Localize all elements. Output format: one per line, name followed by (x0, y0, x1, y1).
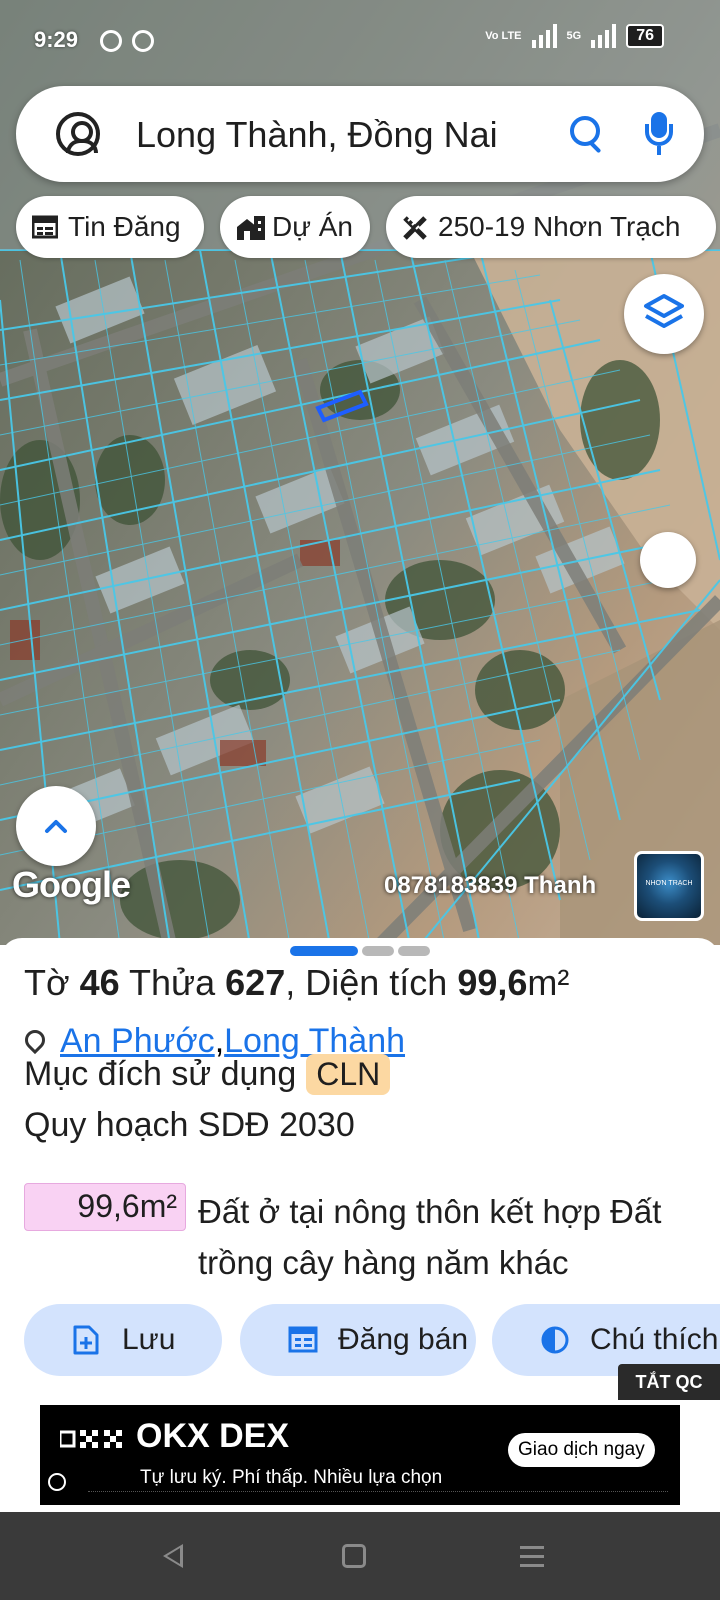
plan-label: Quy hoạch SDĐ 2030 (24, 1106, 355, 1144)
chip-label: Dự Án (272, 211, 353, 242)
save-button[interactable]: Lưu (24, 1304, 222, 1376)
chip-tin-dang[interactable]: Tin Đăng (16, 196, 204, 258)
back-icon[interactable] (163, 1544, 183, 1568)
legend-label: Chú thích (590, 1323, 719, 1356)
area-prefix: , Diện tích (285, 962, 458, 1003)
buildings-icon (236, 215, 265, 240)
layers-icon (644, 294, 684, 328)
chip-label: Tin Đăng (68, 211, 181, 242)
battery-indicator: 76 (626, 24, 664, 48)
account-icon[interactable] (56, 112, 100, 156)
save-label: Lưu (122, 1323, 176, 1356)
chevron-up-icon (45, 820, 67, 833)
area-value: 99,6 (457, 962, 528, 1003)
purpose-label: Mục đích sử dụng (24, 1055, 297, 1093)
plan-area-box: 99,6m² (24, 1183, 186, 1231)
post-for-sale-button[interactable]: Đăng bán (240, 1304, 476, 1376)
chrome-icon (100, 30, 122, 52)
ruler-pencil-icon (402, 215, 428, 240)
status-bar: 9:29 Vo LTE 5G 76 (0, 0, 720, 80)
pager-dot[interactable] (362, 946, 394, 956)
search-bar[interactable]: Long Thành, Đồng Nai (16, 86, 704, 182)
status-indicators: Vo LTE 5G 76 (485, 24, 664, 48)
search-input[interactable]: Long Thành, Đồng Nai (136, 114, 498, 156)
lot-number: 627 (225, 962, 286, 1003)
listing-icon (32, 215, 58, 239)
parcel-title: Tờ 46 Thửa 627, Diện tích 99,6m² (24, 962, 569, 1004)
chrome-icon-2 (132, 30, 154, 52)
microphone-icon[interactable] (644, 112, 674, 156)
google-logo: Google (12, 864, 131, 905)
compass-button[interactable] (640, 532, 696, 588)
ad-cta-button[interactable]: Giao dịch ngay (508, 1433, 655, 1467)
expand-up-button[interactable] (16, 786, 96, 866)
purpose-badge: CLN (306, 1054, 391, 1095)
map-view[interactable]: 9:29 Vo LTE 5G 76 Long Thành, Đồng Nai T… (0, 0, 720, 945)
phone-watermark: 0878183839 Thanh (384, 872, 597, 899)
signal-icon-2 (591, 24, 617, 48)
thumbnail-label: NHƠN TRẠCH (645, 880, 693, 887)
save-icon (72, 1325, 100, 1355)
sheet-number: 46 (79, 962, 120, 1003)
signal-icon (531, 24, 557, 48)
area-unit: m² (527, 962, 570, 1003)
ad-brand-text: OKX DEX (136, 1417, 290, 1455)
volte-label: Vo LTE (485, 30, 522, 42)
post-for-sale-label: Đăng bán (338, 1323, 469, 1356)
ad-banner[interactable]: OKX DEX Tự lưu ký. Phí thấp. Nhiều lựa c… (40, 1405, 680, 1505)
ad-fine-print (88, 1491, 668, 1497)
layers-button[interactable] (624, 274, 704, 354)
ad-info-icon[interactable] (48, 1473, 66, 1491)
network-type-label: 5G (566, 30, 582, 42)
recents-icon[interactable] (520, 1546, 544, 1573)
lot-prefix: Thửa (119, 962, 226, 1003)
calendar-icon (288, 1325, 318, 1355)
system-nav-bar (0, 1512, 720, 1600)
legend-icon (540, 1325, 569, 1355)
plan-description: Đất ở tại nông thôn kết hợp Đất trồng câ… (198, 1193, 662, 1281)
chip-du-an[interactable]: Dự Án (220, 196, 370, 258)
land-use-purpose: Mục đích sử dụng CLN (24, 1054, 391, 1095)
pager-dot-active[interactable] (290, 946, 358, 956)
location-pin-icon (24, 1030, 44, 1054)
chip-nhon-trach[interactable]: 250-19 Nhơn Trạch (386, 196, 716, 258)
chip-label: 250-19 Nhơn Trạch (438, 211, 681, 242)
okx-logo-icon (58, 1430, 122, 1449)
search-icon[interactable] (568, 114, 604, 154)
ad-brand: OKX DEX (58, 1417, 290, 1456)
home-icon[interactable] (342, 1544, 366, 1568)
close-ad-button[interactable]: TẮT QC (618, 1364, 720, 1400)
ad-subtitle: Tự lưu ký. Phí thấp. Nhiều lựa chọn (140, 1467, 443, 1488)
status-time: 9:29 (34, 27, 79, 52)
pager-dot[interactable] (398, 946, 430, 956)
sheet-prefix: Tờ (24, 962, 80, 1003)
region-thumbnail[interactable]: NHƠN TRẠCH (634, 851, 704, 921)
